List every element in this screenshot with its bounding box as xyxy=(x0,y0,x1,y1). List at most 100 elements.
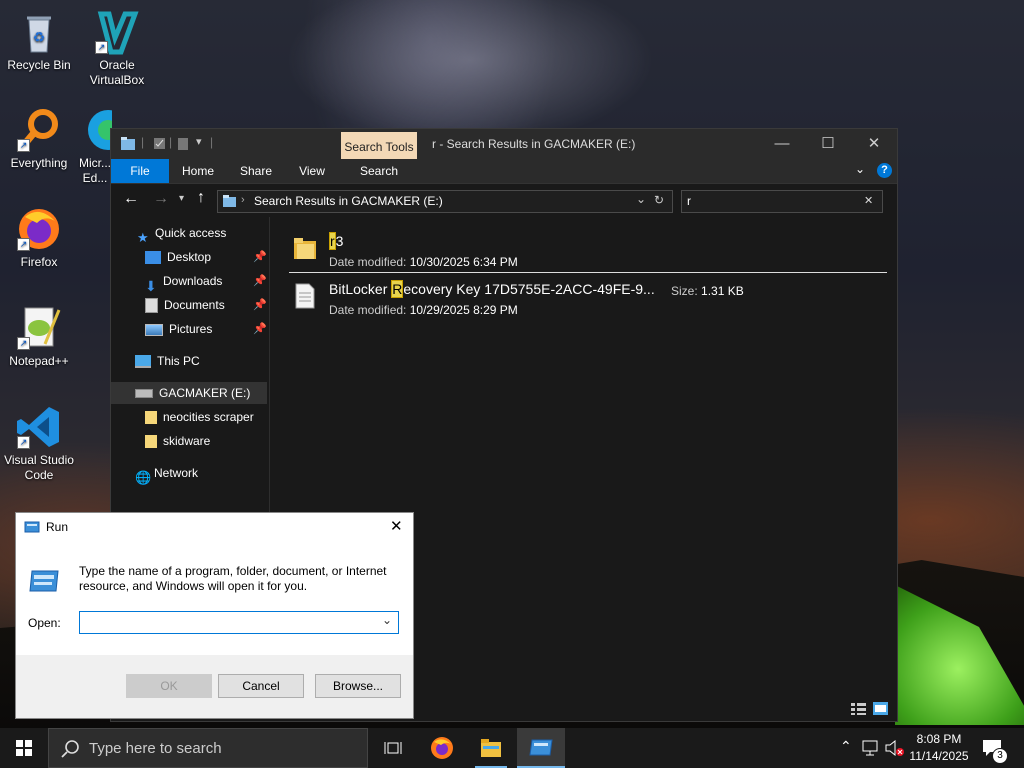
tab-home[interactable]: Home xyxy=(173,159,223,183)
taskbar-file-explorer[interactable] xyxy=(467,728,515,768)
nav-folder-neocities-scraper[interactable]: neocities scraper xyxy=(145,406,254,428)
folder-icon xyxy=(294,238,316,259)
search-icon xyxy=(61,740,79,758)
desktop-icon-notepadpp[interactable]: ↗ Notepad++ xyxy=(0,304,78,369)
folder-app-icon xyxy=(121,137,135,150)
forward-arrow-icon[interactable]: → xyxy=(153,190,169,208)
qat-separator: | xyxy=(141,135,145,149)
pictures-icon xyxy=(145,323,163,336)
ribbon-tabs: File Home Share View Search ⌄ ? xyxy=(111,159,897,184)
result-row[interactable]: r3 Date modified: 10/30/2025 6:34 PM xyxy=(289,231,889,275)
address-bar[interactable]: › Search Results in GACMAKER (E:) ⌄ ↻ xyxy=(217,190,673,213)
task-view-icon xyxy=(384,742,402,754)
breadcrumb-chevron-icon: › xyxy=(241,194,245,206)
address-path: Search Results in GACMAKER (E:) xyxy=(254,194,443,208)
nav-this-pc[interactable]: This PC xyxy=(135,350,200,372)
nav-desktop[interactable]: Desktop xyxy=(145,246,211,268)
vscode-icon: ↗ xyxy=(15,403,63,451)
run-app-icon xyxy=(24,521,40,533)
desktop-icon-firefox[interactable]: ↗ Firefox xyxy=(0,205,78,270)
nav-folder-skidware[interactable]: skidware xyxy=(145,430,210,452)
ribbon-expand-icon[interactable]: ⌄ xyxy=(855,162,865,176)
nav-downloads[interactable]: ⬇ Downloads xyxy=(145,270,222,294)
taskbar-firefox[interactable] xyxy=(418,728,466,768)
nav-documents[interactable]: Documents xyxy=(145,294,225,316)
maximize-button[interactable]: ☐ xyxy=(805,129,851,159)
run-body: Type the name of a program, folder, docu… xyxy=(16,541,413,655)
shortcut-arrow-icon: ↗ xyxy=(17,436,30,449)
clock-time: 8:08 PM xyxy=(916,732,962,746)
nav-gacmaker-drive[interactable]: GACMAKER (E:) xyxy=(111,382,267,404)
close-button[interactable]: ✕ xyxy=(851,129,897,159)
up-arrow-icon[interactable]: ↑ xyxy=(197,189,205,207)
result-meta: Date modified: 10/30/2025 6:34 PM xyxy=(329,255,518,269)
content-view-icon[interactable] xyxy=(873,702,888,715)
desktop-icon-edge[interactable]: Micr... Ed... xyxy=(78,106,112,186)
everything-icon: ↗ xyxy=(15,106,63,154)
network-status-icon[interactable] xyxy=(862,740,880,756)
open-combobox[interactable]: ⌄ xyxy=(79,611,399,634)
open-dropdown-icon[interactable]: ⌄ xyxy=(382,613,392,627)
details-view-icon[interactable] xyxy=(851,702,866,715)
result-meta: Date modified: 10/29/2025 8:29 PM xyxy=(329,303,518,317)
run-description: Type the name of a program, folder, docu… xyxy=(79,564,387,593)
run-titlebar: Run ✕ xyxy=(16,513,413,541)
properties-icon[interactable] xyxy=(153,137,166,150)
usb-drive-icon xyxy=(135,389,153,399)
star-icon: ★ xyxy=(137,230,149,246)
result-name: BitLocker Recovery Key 17D5755E-2ACC-49F… xyxy=(329,280,655,298)
search-box[interactable]: r ✕ xyxy=(681,190,883,213)
svg-text:♻: ♻ xyxy=(33,29,46,45)
folder-icon xyxy=(145,435,157,449)
volume-muted-icon[interactable] xyxy=(885,740,905,756)
run-app-icon xyxy=(529,739,553,756)
nav-quick-access[interactable]: ★ Quick access xyxy=(137,222,226,246)
result-size: Size: 1.31 KB xyxy=(671,284,744,298)
result-name: r3 xyxy=(329,232,344,250)
run-program-icon xyxy=(29,570,59,592)
cancel-button[interactable]: Cancel xyxy=(218,674,304,698)
network-icon: 🌐 xyxy=(135,470,152,486)
help-icon[interactable]: ? xyxy=(877,163,892,178)
ok-button[interactable]: OK xyxy=(126,674,212,698)
new-folder-icon[interactable] xyxy=(177,137,189,151)
clock[interactable]: 8:08 PM 11/14/2025 xyxy=(906,731,972,765)
run-close-icon[interactable]: ✕ xyxy=(390,517,403,535)
taskbar: Type here to search ⌃ 8:08 PM 11/14/2025… xyxy=(0,728,1024,768)
back-arrow-icon[interactable]: ← xyxy=(123,190,139,208)
task-view-button[interactable] xyxy=(368,728,416,768)
result-row[interactable]: BitLocker Recovery Key 17D5755E-2ACC-49F… xyxy=(289,279,889,323)
recycle-bin-icon: ♻ xyxy=(15,8,63,56)
search-input-value[interactable]: r xyxy=(687,194,691,208)
tab-share[interactable]: Share xyxy=(231,159,281,183)
result-divider xyxy=(289,272,887,273)
tab-file[interactable]: File xyxy=(111,159,169,183)
desktop-icon-everything[interactable]: ↗ Everything xyxy=(0,106,78,171)
search-highlight: r xyxy=(329,232,336,250)
nav-pictures[interactable]: Pictures xyxy=(145,318,212,340)
show-hidden-icons-icon[interactable]: ⌃ xyxy=(840,738,852,755)
run-dialog: Run ✕ Type the name of a program, folder… xyxy=(15,512,414,719)
tab-view[interactable]: View xyxy=(287,159,337,183)
desktop-icon-vscode[interactable]: ↗ Visual Studio Code xyxy=(0,403,78,483)
desktop-icon-virtualbox[interactable]: ↗ Oracle VirtualBox xyxy=(78,8,156,88)
start-button[interactable] xyxy=(0,728,48,768)
browse-button[interactable]: Browse... xyxy=(315,674,401,698)
minimize-button[interactable]: — xyxy=(759,129,805,159)
recent-locations-icon[interactable]: ▾ xyxy=(179,193,184,204)
desktop-folder-icon xyxy=(145,251,161,265)
tab-search[interactable]: Search xyxy=(341,159,417,183)
nav-network[interactable]: 🌐 Network xyxy=(135,462,198,486)
shortcut-arrow-icon: ↗ xyxy=(95,41,108,54)
refresh-icon[interactable]: ↻ xyxy=(654,193,664,207)
windows-logo-icon xyxy=(16,740,32,756)
taskbar-search-box[interactable]: Type here to search xyxy=(48,728,368,768)
address-bar-row: ← → ▾ ↑ › Search Results in GACMAKER (E:… xyxy=(111,184,897,218)
qat-dropdown-icon[interactable]: ▾ xyxy=(196,135,202,148)
action-center-button[interactable]: 3 xyxy=(978,736,1008,764)
taskbar-run[interactable] xyxy=(517,728,565,768)
clear-search-icon[interactable]: ✕ xyxy=(864,194,873,207)
desktop-icon-recycle-bin[interactable]: ♻ Recycle Bin xyxy=(0,8,78,73)
search-folder-icon xyxy=(223,195,236,207)
address-dropdown-icon[interactable]: ⌄ xyxy=(636,192,646,206)
